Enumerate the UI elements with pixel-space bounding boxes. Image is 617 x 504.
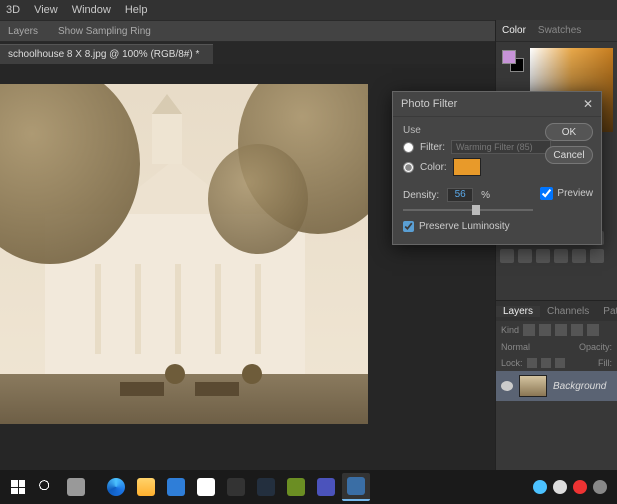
menu-help[interactable]: Help xyxy=(125,4,148,16)
opacity-label: Opacity: xyxy=(579,342,612,352)
fg-bg-swatch[interactable] xyxy=(502,50,524,72)
tab-swatches[interactable]: Swatches xyxy=(538,25,581,36)
filter-radio[interactable] xyxy=(403,142,414,153)
filter-dropdown[interactable]: Warming Filter (85) xyxy=(451,140,551,154)
panel-icon[interactable] xyxy=(554,249,568,263)
blend-mode[interactable]: Normal xyxy=(501,342,575,352)
tray-icon[interactable] xyxy=(553,480,567,494)
tb-amazon-icon[interactable] xyxy=(252,473,280,501)
tb-mail-icon[interactable] xyxy=(162,473,190,501)
tray-icon[interactable] xyxy=(533,480,547,494)
layer-name: Background xyxy=(553,381,606,392)
panel-icon[interactable] xyxy=(536,249,550,263)
blend-row: Normal Opacity: xyxy=(496,339,617,355)
lock-label: Lock: xyxy=(501,358,523,368)
filter-icon[interactable] xyxy=(571,324,583,336)
panel-icon[interactable] xyxy=(572,249,586,263)
panel-icon[interactable] xyxy=(500,249,514,263)
lock-row: Lock: Fill: xyxy=(496,355,617,371)
tb-open-app-icon[interactable] xyxy=(342,473,370,501)
filter-icon[interactable] xyxy=(523,324,535,336)
tb-edge-icon[interactable] xyxy=(102,473,130,501)
kind-label: Kind xyxy=(501,325,519,335)
layers-panel: Layers Channels Paths Kind Normal Opacit… xyxy=(496,300,617,470)
dialog-title: Photo Filter xyxy=(401,98,457,110)
menubar: 3D View Window Help xyxy=(0,0,617,20)
filter-icon[interactable] xyxy=(587,324,599,336)
tray-icon[interactable] xyxy=(573,480,587,494)
preview-checkbox[interactable] xyxy=(540,187,553,200)
layers-tabs: Layers Channels Paths xyxy=(496,301,617,321)
tb-search-icon[interactable] xyxy=(32,473,60,501)
preserve-checkbox[interactable] xyxy=(403,221,414,232)
tb-taskview-icon[interactable] xyxy=(62,473,90,501)
color-swatch[interactable] xyxy=(453,158,481,176)
visibility-icon[interactable] xyxy=(501,381,513,391)
taskbar xyxy=(0,470,617,504)
fill-label: Fill: xyxy=(598,358,612,368)
menu-window[interactable]: Window xyxy=(72,4,111,16)
tb-teams-icon[interactable] xyxy=(312,473,340,501)
filter-label: Filter: xyxy=(420,142,445,153)
tab-paths[interactable]: Paths xyxy=(596,306,617,317)
layer-item[interactable]: Background xyxy=(496,371,617,401)
right-panels: Color Swatches Layers Channels Paths Kin… xyxy=(495,20,617,470)
doc-tab-title: schoolhouse 8 X 8.jpg @ 100% (RGB/8#) * xyxy=(8,49,199,60)
ok-button[interactable]: OK xyxy=(545,123,593,141)
lock-icon[interactable] xyxy=(555,358,565,368)
menu-3d[interactable]: 3D xyxy=(6,4,20,16)
lock-icon[interactable] xyxy=(541,358,551,368)
dialog-titlebar[interactable]: Photo Filter ✕ xyxy=(393,92,601,117)
fg-color[interactable] xyxy=(502,50,516,64)
canvas[interactable] xyxy=(0,84,368,424)
layers-filter-row: Kind xyxy=(496,321,617,339)
doc-tab[interactable]: schoolhouse 8 X 8.jpg @ 100% (RGB/8#) * xyxy=(0,44,213,64)
tb-explorer-icon[interactable] xyxy=(132,473,160,501)
pct-label: % xyxy=(481,190,490,201)
close-icon[interactable]: ✕ xyxy=(583,97,593,111)
tab-color[interactable]: Color xyxy=(502,25,526,36)
preserve-label: Preserve Luminosity xyxy=(419,221,510,232)
density-slider[interactable] xyxy=(403,205,533,215)
system-tray xyxy=(533,480,611,494)
tb-store-icon[interactable] xyxy=(192,473,220,501)
cancel-button[interactable]: Cancel xyxy=(545,146,593,164)
color-label: Color: xyxy=(420,162,447,173)
density-label: Density: xyxy=(403,190,439,201)
photo-filter-dialog: Photo Filter ✕ OK Cancel Preview Use Fil… xyxy=(392,91,602,245)
layer-thumbnail[interactable] xyxy=(519,375,547,397)
tb-app-icon[interactable] xyxy=(282,473,310,501)
tb-dropbox-icon[interactable] xyxy=(222,473,250,501)
panel-icon[interactable] xyxy=(518,249,532,263)
color-panel-tabs: Color Swatches xyxy=(496,20,617,42)
preview-label: Preview xyxy=(557,188,593,199)
windows-icon xyxy=(11,480,25,494)
tray-icon[interactable] xyxy=(593,480,607,494)
opt-layers[interactable]: Layers xyxy=(8,26,38,37)
filter-icon[interactable] xyxy=(555,324,567,336)
menu-view[interactable]: View xyxy=(34,4,58,16)
start-button[interactable] xyxy=(6,475,30,499)
density-input[interactable]: 56 xyxy=(447,188,473,202)
opt-sampling[interactable]: Show Sampling Ring xyxy=(58,26,151,37)
tab-channels[interactable]: Channels xyxy=(540,306,596,317)
filter-icon[interactable] xyxy=(539,324,551,336)
tab-layers[interactable]: Layers xyxy=(496,306,540,317)
photo-image xyxy=(0,84,368,424)
color-radio[interactable] xyxy=(403,162,414,173)
lock-icon[interactable] xyxy=(527,358,537,368)
panel-icon[interactable] xyxy=(590,249,604,263)
